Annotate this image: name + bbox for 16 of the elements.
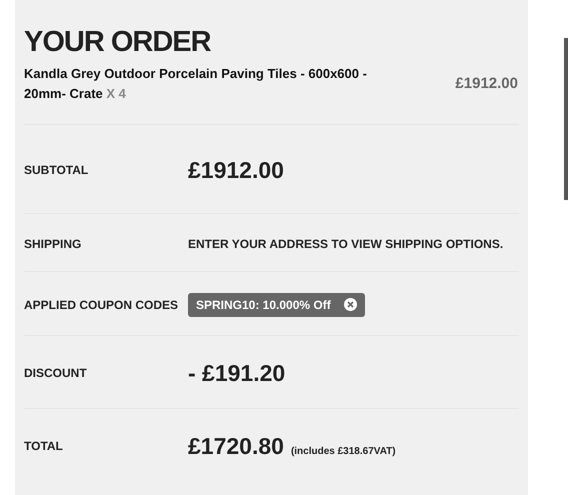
row-label: SUBTOTAL xyxy=(24,162,90,179)
remove-icon[interactable] xyxy=(344,298,357,311)
row-label: DISCOUNT xyxy=(24,365,88,382)
order-heading: YOUR ORDER xyxy=(24,25,212,60)
coupon-tag: SPRING10: 10.000% Off xyxy=(188,292,365,316)
product-price: £1912.00 xyxy=(455,74,518,94)
product-name: Kandla Grey Outdoor Porcelain Paving Tiles - 600x600 - 20mm- Crate X 4 xyxy=(24,65,368,103)
row-label: APPLIED COUPON CODES xyxy=(24,296,180,314)
amount: - £191.20 xyxy=(188,358,286,388)
scrollbar[interactable] xyxy=(564,38,568,200)
row-label: TOTAL xyxy=(24,438,64,455)
amount: £1720.80 xyxy=(188,432,284,461)
amount: £1912.00 xyxy=(188,156,284,185)
shipping-message: ENTER YOUR ADDRESS TO VIEW SHIPPING OPTIONS. xyxy=(188,236,504,252)
row-label: SHIPPING xyxy=(24,236,82,252)
vat-note: (includes £318.67VAT) xyxy=(290,444,396,459)
